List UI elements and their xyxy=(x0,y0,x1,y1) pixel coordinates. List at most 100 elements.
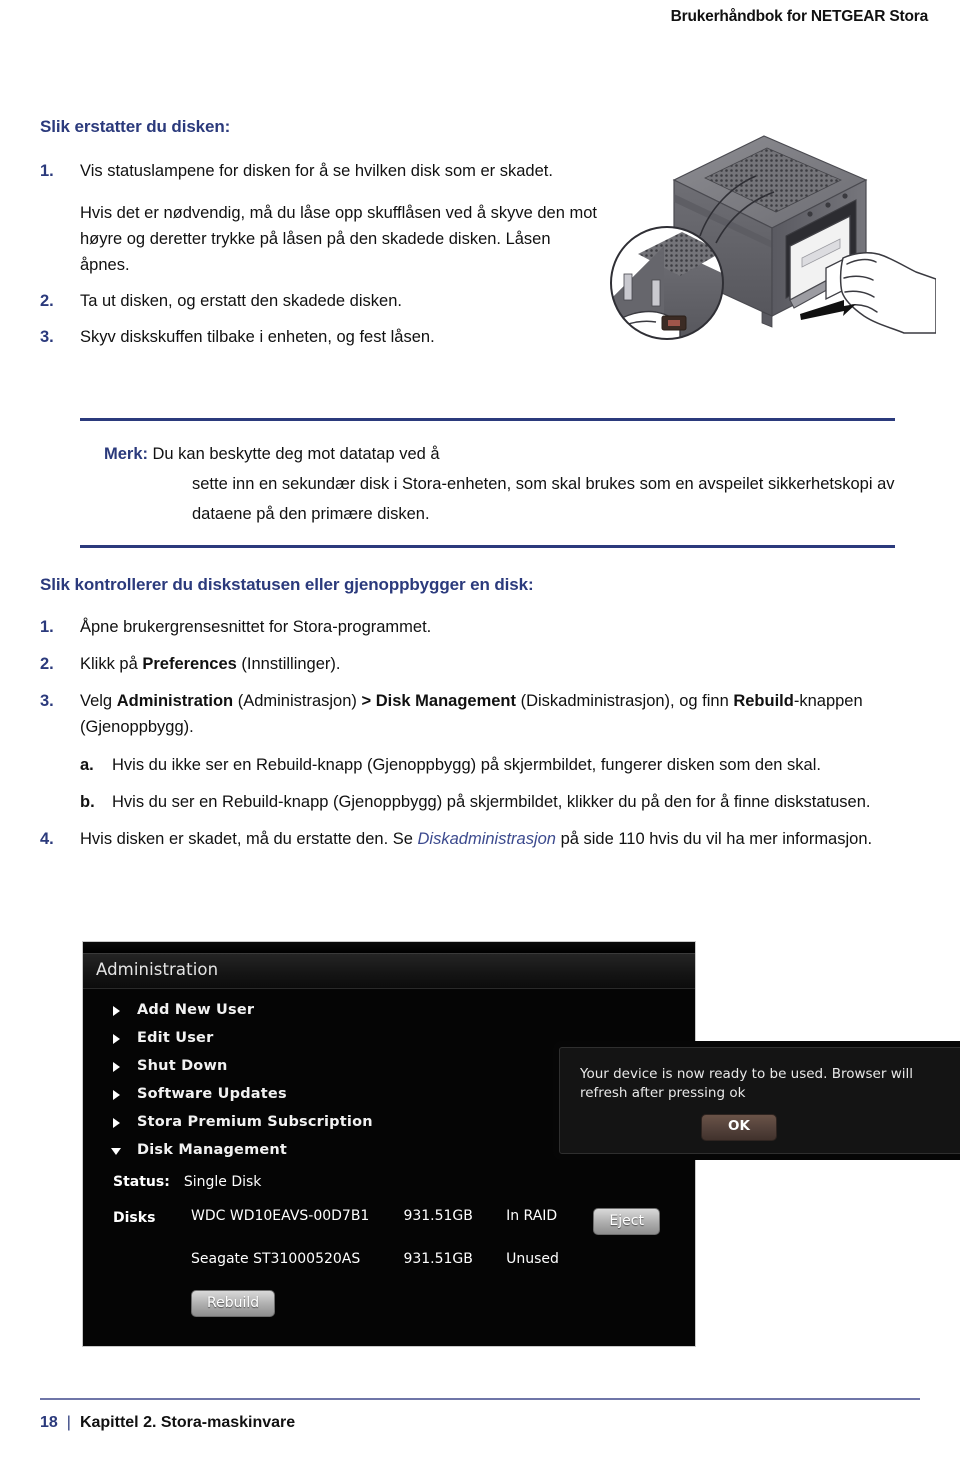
step-text-3: (Diskadministrasjon), og finn xyxy=(516,692,734,710)
step-paragraph: Hvis det er nødvendig, må du låse opp sk… xyxy=(80,204,597,274)
disk-state: Unused xyxy=(506,1251,559,1267)
step-text-2: (Administrasjon) xyxy=(233,692,362,710)
menu-item-label: Disk Management xyxy=(137,1142,288,1158)
note-label: Merk: xyxy=(104,445,149,463)
step-number: 3. xyxy=(40,328,54,346)
administration-menu: Add New User Edit User Shut Down Softwar… xyxy=(107,996,567,1164)
procedure-substep: b. Hvis du ser en Rebuild-knapp (Gjenopp… xyxy=(80,789,930,815)
note-inner: Merk: Du kan beskytte deg mot datatap ve… xyxy=(80,439,895,529)
step-paragraph: Ta ut disken, og erstatt den skadede dis… xyxy=(80,292,402,310)
substep-number: a. xyxy=(80,756,94,774)
disk-size: 931.51GB xyxy=(403,1251,473,1267)
menu-item-label: Stora Premium Subscription xyxy=(137,1114,373,1130)
procedure-replace-disk: 1. Vis statuslampene for disken for å se… xyxy=(40,158,600,360)
step-text-bold-rebuild: Rebuild xyxy=(733,692,794,710)
page-number: 18 xyxy=(40,1414,58,1431)
menu-item-disk-management[interactable]: Disk Management xyxy=(107,1136,567,1164)
step-text-bold-administration: Administration xyxy=(116,692,234,710)
chevron-down-icon xyxy=(111,1148,121,1155)
administration-screenshot: Administration Add New User Edit User Sh… xyxy=(82,941,960,1347)
disk-model: WDC WD10EAVS-00D7B1 xyxy=(191,1208,370,1224)
disks-label: Disks xyxy=(113,1210,156,1226)
step-body: Hvis disken er skadet, må du erstatte de… xyxy=(80,826,930,852)
menu-item-stora-premium-subscription[interactable]: Stora Premium Subscription xyxy=(107,1108,567,1136)
chevron-right-icon xyxy=(113,1062,120,1072)
step-body: Skyv diskskuffen tilbake i enheten, og f… xyxy=(80,324,600,350)
heading-replace-disk: Slik erstatter du disken: xyxy=(40,117,231,136)
dialog-ok-button[interactable]: OK xyxy=(701,1114,777,1141)
step-text-bold-disk-management: > Disk Management xyxy=(361,692,517,710)
substep-text: Hvis du ser en Rebuild-knapp (Gjenoppbyg… xyxy=(112,793,871,811)
step-text-1: Hvis disken er skadet, må du erstatte de… xyxy=(80,830,418,848)
step-number: 1. xyxy=(40,618,54,636)
step-text-prefix: Klikk på xyxy=(80,655,143,673)
device-ready-dialog: Your device is now ready to be used. Bro… xyxy=(559,1047,960,1154)
menu-item-label: Edit User xyxy=(137,1030,214,1046)
footer-separator: | xyxy=(66,1414,71,1431)
cross-reference-link[interactable]: Diskadministrasjon xyxy=(418,830,556,848)
status-label: Status: xyxy=(113,1174,170,1190)
procedure-substeps: a. Hvis du ikke ser en Rebuild-knapp (Gj… xyxy=(80,752,930,815)
step-body: Klikk på Preferences (Innstillinger). xyxy=(80,651,930,677)
dialog-message: Your device is now ready to be used. Bro… xyxy=(580,1066,913,1101)
step-text-1: Velg xyxy=(80,692,117,710)
table-row: WDC WD10EAVS-00D7B1 931.51GB In RAID Eje… xyxy=(191,1208,671,1251)
menu-item-software-updates[interactable]: Software Updates xyxy=(107,1080,567,1108)
disk-status-row: Status: Single Disk xyxy=(113,1174,261,1190)
rebuild-button[interactable]: Rebuild xyxy=(191,1290,276,1317)
step-body: Vis statuslampene for disken for å se hv… xyxy=(80,158,600,278)
disk-action-cell: Eject xyxy=(593,1208,671,1251)
footer-chapter: Kapittel 2. Stora-maskinvare xyxy=(79,1414,296,1431)
disk-model: Seagate ST31000520AS xyxy=(191,1251,361,1267)
screenshot-window-titlebar: Administration xyxy=(83,953,695,989)
procedure-step: 3. Skyv diskskuffen tilbake i enheten, o… xyxy=(40,324,600,350)
step-text-bold: Preferences xyxy=(142,655,237,673)
procedure-step: 4. Hvis disken er skadet, må du erstatte… xyxy=(40,826,930,852)
procedure-step: 1. Åpne brukergrensesnittet for Stora-pr… xyxy=(40,614,930,640)
chevron-right-icon xyxy=(113,1118,120,1128)
rebuild-button-wrapper: Rebuild xyxy=(191,1290,276,1317)
menu-item-edit-user[interactable]: Edit User xyxy=(107,1024,567,1052)
step-paragraph: Åpne brukergrensesnittet for Stora-progr… xyxy=(80,618,432,636)
procedure-check-disk-status: 1. Åpne brukergrensesnittet for Stora-pr… xyxy=(40,614,930,863)
step-number: 1. xyxy=(40,162,54,180)
step-number: 2. xyxy=(40,292,54,310)
step-body: Velg Administration (Administrasjon) > D… xyxy=(80,688,930,815)
step-body: Ta ut disken, og erstatt den skadede dis… xyxy=(80,288,600,314)
stora-disk-removal-illustration xyxy=(604,128,936,373)
eject-button[interactable]: Eject xyxy=(593,1208,660,1235)
screenshot-top-strip xyxy=(83,942,695,953)
procedure-step: 1. Vis statuslampene for disken for å se… xyxy=(40,158,600,278)
table-row: Seagate ST31000520AS 931.51GB Unused xyxy=(191,1251,671,1283)
substep-number: b. xyxy=(80,793,95,811)
step-paragraph: Velg Administration (Administrasjon) > D… xyxy=(80,688,930,740)
step-number: 2. xyxy=(40,655,54,673)
chevron-right-icon xyxy=(113,1090,120,1100)
chevron-right-icon xyxy=(113,1006,120,1016)
step-paragraph: Vis statuslampene for disken for å se hv… xyxy=(80,162,553,180)
procedure-step: 2. Klikk på Preferences (Innstillinger). xyxy=(40,651,930,677)
menu-item-shut-down[interactable]: Shut Down xyxy=(107,1052,567,1080)
disk-table: WDC WD10EAVS-00D7B1 931.51GB In RAID Eje… xyxy=(191,1208,671,1283)
disk-action-cell xyxy=(593,1251,671,1283)
step-text-suffix: (Innstillinger). xyxy=(236,655,341,673)
substep-text: Hvis du ikke ser en Rebuild-knapp (Gjeno… xyxy=(112,756,821,774)
menu-item-label: Shut Down xyxy=(137,1058,228,1074)
menu-item-add-new-user[interactable]: Add New User xyxy=(107,996,567,1024)
chevron-right-icon xyxy=(113,1034,120,1044)
menu-item-label: Software Updates xyxy=(137,1086,287,1102)
step-text-2: på side 110 hvis du vil ha mer informasj… xyxy=(555,830,873,848)
screenshot-window-title: Administration xyxy=(96,960,219,979)
note-box: Merk: Du kan beskytte deg mot datatap ve… xyxy=(80,418,895,548)
step-paragraph: Klikk på Preferences (Innstillinger). xyxy=(80,651,930,677)
menu-item-label: Add New User xyxy=(137,1002,255,1018)
note-text-line1: Du kan beskytte deg mot datatap ved å xyxy=(152,445,440,463)
procedure-step: 3. Velg Administration (Administrasjon) … xyxy=(40,688,930,815)
step-body: Åpne brukergrensesnittet for Stora-progr… xyxy=(80,614,930,640)
procedure-step: 2. Ta ut disken, og erstatt den skadede … xyxy=(40,288,600,314)
step-number: 3. xyxy=(40,692,54,710)
page-footer: 18 | Kapittel 2. Stora-maskinvare xyxy=(40,1398,920,1432)
footer-text: 18 | Kapittel 2. Stora-maskinvare xyxy=(40,1414,920,1432)
procedure-substep: a. Hvis du ikke ser en Rebuild-knapp (Gj… xyxy=(80,752,930,778)
page-running-header: Brukerhåndbok for NETGEAR Stora xyxy=(0,0,960,46)
